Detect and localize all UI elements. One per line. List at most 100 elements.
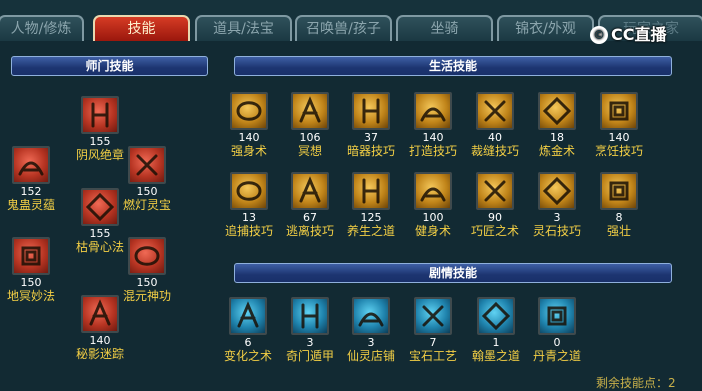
craftsman-icon[interactable] bbox=[476, 172, 514, 210]
skill-shimen-5[interactable]: 150 混元神功 bbox=[112, 237, 182, 303]
skill-level: 18 bbox=[550, 131, 564, 144]
chain-icon[interactable] bbox=[230, 172, 268, 210]
maze-icon[interactable] bbox=[291, 297, 329, 335]
section-header-story: 剧情技能 bbox=[234, 263, 672, 283]
tab-mounts[interactable]: 坐骑 bbox=[396, 15, 493, 41]
gem-icon[interactable] bbox=[538, 172, 576, 210]
skill-name: 强身术 bbox=[230, 144, 267, 158]
painting-icon[interactable] bbox=[538, 297, 576, 335]
skill-name: 养生之道 bbox=[346, 224, 395, 238]
skill-name: 变化之术 bbox=[223, 349, 272, 363]
ghost-trail-icon[interactable] bbox=[81, 295, 119, 333]
tab-pets[interactable]: 召唤兽/孩子 bbox=[295, 15, 392, 41]
skill-level: 6 bbox=[244, 336, 252, 349]
skill-name: 裁缝技巧 bbox=[470, 144, 519, 158]
skill-name: 地冥妙法 bbox=[6, 289, 55, 303]
shop-icon[interactable] bbox=[352, 297, 390, 335]
skill-name: 强壮 bbox=[606, 224, 631, 238]
skill-life-11[interactable]: 90 巧匠之术 bbox=[460, 172, 530, 238]
skill-level: 3 bbox=[553, 211, 561, 224]
tab-items[interactable]: 道具/法宝 bbox=[195, 15, 292, 41]
lantern-wheel-icon[interactable] bbox=[128, 146, 166, 184]
skill-name: 炼金术 bbox=[538, 144, 575, 158]
skill-level: 40 bbox=[488, 131, 502, 144]
figure-icon[interactable] bbox=[81, 188, 119, 226]
skill-name: 宝石工艺 bbox=[408, 349, 457, 363]
cooking-icon[interactable] bbox=[600, 92, 638, 130]
skill-shimen-6[interactable]: 140 秘影迷踪 bbox=[65, 295, 135, 361]
skill-story-0[interactable]: 6 变化之术 bbox=[213, 297, 283, 363]
skill-level: 106 bbox=[299, 131, 321, 144]
skill-name: 鬼蛊灵蕴 bbox=[6, 198, 55, 212]
skill-story-5[interactable]: 0 丹青之道 bbox=[522, 297, 592, 363]
cloud-swirl-icon[interactable] bbox=[81, 96, 119, 134]
muscle-icon[interactable] bbox=[230, 92, 268, 130]
skill-life-10[interactable]: 100 健身术 bbox=[398, 172, 468, 238]
skill-life-9[interactable]: 125 养生之道 bbox=[336, 172, 406, 238]
health-icon[interactable] bbox=[352, 172, 390, 210]
skill-level: 125 bbox=[360, 211, 382, 224]
skill-life-4[interactable]: 40 裁缝技巧 bbox=[460, 92, 530, 158]
skill-level: 140 bbox=[608, 131, 630, 144]
skill-life-2[interactable]: 37 暗器技巧 bbox=[336, 92, 406, 158]
dart-icon[interactable] bbox=[352, 92, 390, 130]
skill-name: 丹青之道 bbox=[532, 349, 581, 363]
skill-story-3[interactable]: 7 宝石工艺 bbox=[398, 297, 468, 363]
fitness-icon[interactable] bbox=[414, 172, 452, 210]
skill-shimen-1[interactable]: 152 鬼蛊灵蕴 bbox=[0, 146, 66, 212]
transform-icon[interactable] bbox=[229, 297, 267, 335]
skill-life-7[interactable]: 13 追捕技巧 bbox=[214, 172, 284, 238]
section-header-life: 生活技能 bbox=[234, 56, 672, 76]
skill-level: 152 bbox=[20, 185, 42, 198]
hammer-icon[interactable] bbox=[414, 92, 452, 130]
beast-claw-icon[interactable] bbox=[12, 146, 50, 184]
skill-level: 7 bbox=[429, 336, 437, 349]
skill-name: 奇门遁甲 bbox=[285, 349, 334, 363]
tab-character[interactable]: 人物/修炼 bbox=[0, 15, 84, 41]
spiral-icon[interactable] bbox=[128, 237, 166, 275]
cc-live-logo: © CC直播 bbox=[588, 24, 671, 46]
skill-level: 140 bbox=[238, 131, 260, 144]
cc-logo-text: CC直播 bbox=[611, 25, 667, 44]
tab-skills[interactable]: 技能 bbox=[93, 15, 190, 41]
skill-level: 150 bbox=[20, 276, 42, 289]
skill-level: 140 bbox=[422, 131, 444, 144]
ink-icon[interactable] bbox=[477, 297, 515, 335]
skill-life-3[interactable]: 140 打造技巧 bbox=[398, 92, 468, 158]
section-header-shimen: 师门技能 bbox=[11, 56, 208, 76]
skill-level: 3 bbox=[306, 336, 314, 349]
skill-level: 8 bbox=[615, 211, 623, 224]
skill-level: 90 bbox=[488, 211, 502, 224]
skill-life-12[interactable]: 3 灵石技巧 bbox=[522, 172, 592, 238]
cc-logo-icon: © bbox=[590, 26, 608, 44]
gemcraft-icon[interactable] bbox=[414, 297, 452, 335]
scissors-icon[interactable] bbox=[476, 92, 514, 130]
skill-name: 灵石技巧 bbox=[532, 224, 581, 238]
skill-story-1[interactable]: 3 奇门遁甲 bbox=[275, 297, 345, 363]
skill-story-2[interactable]: 3 仙灵店铺 bbox=[336, 297, 406, 363]
mushroom-icon[interactable] bbox=[12, 237, 50, 275]
skill-life-6[interactable]: 140 烹饪技巧 bbox=[584, 92, 654, 158]
skill-level: 67 bbox=[303, 211, 317, 224]
skill-level: 3 bbox=[367, 336, 375, 349]
skill-story-4[interactable]: 1 翰墨之道 bbox=[461, 297, 531, 363]
skill-shimen-4[interactable]: 150 地冥妙法 bbox=[0, 237, 66, 303]
skill-name: 翰墨之道 bbox=[471, 349, 520, 363]
skill-level: 13 bbox=[242, 211, 256, 224]
skill-name: 仙灵店铺 bbox=[346, 349, 395, 363]
skill-name: 烹饪技巧 bbox=[594, 144, 643, 158]
skill-life-8[interactable]: 67 逃离技巧 bbox=[275, 172, 345, 238]
strong-icon[interactable] bbox=[600, 172, 638, 210]
meditation-icon[interactable] bbox=[291, 92, 329, 130]
alchemy-icon[interactable] bbox=[538, 92, 576, 130]
skill-life-1[interactable]: 106 冥想 bbox=[275, 92, 345, 158]
skill-name: 追捕技巧 bbox=[224, 224, 273, 238]
escape-icon[interactable] bbox=[291, 172, 329, 210]
tab-outfits[interactable]: 锦衣/外观 bbox=[497, 15, 594, 41]
skill-level: 1 bbox=[492, 336, 500, 349]
skill-life-0[interactable]: 140 强身术 bbox=[214, 92, 284, 158]
skill-name: 逃离技巧 bbox=[285, 224, 334, 238]
skill-life-13[interactable]: 8 强壮 bbox=[584, 172, 654, 238]
skill-life-5[interactable]: 18 炼金术 bbox=[522, 92, 592, 158]
remaining-points-label: 剩余技能点：2 bbox=[596, 376, 676, 390]
